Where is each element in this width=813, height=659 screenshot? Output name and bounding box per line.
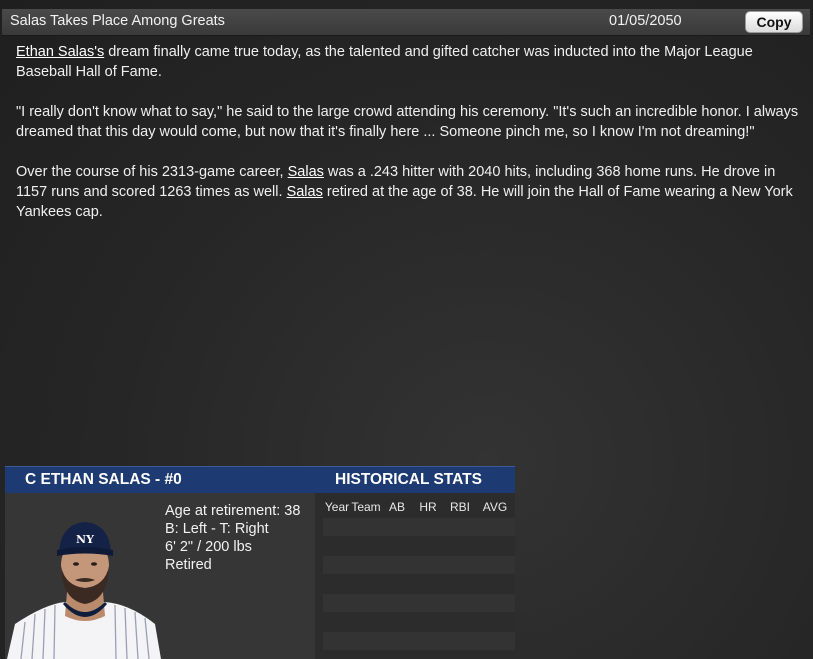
historical-stats-panel: HISTORICAL STATS Year Team AB HR RBI AVG (315, 466, 515, 659)
player-link[interactable]: Ethan Salas's (16, 44, 104, 60)
col-avg[interactable]: AVG (477, 500, 513, 514)
player-age: Age at retirement: 38 (165, 503, 301, 519)
col-hr[interactable]: HR (413, 500, 443, 514)
col-rbi[interactable]: RBI (443, 500, 477, 514)
col-team[interactable]: Team (351, 500, 381, 514)
paragraph-text: Over the course of his 2313-game career, (16, 164, 288, 180)
col-ab[interactable]: AB (381, 500, 413, 514)
article-date: 01/05/2050 (609, 13, 682, 29)
player-name[interactable]: C ETHAN SALAS - #0 (25, 471, 182, 489)
article-paragraph-1: Ethan Salas's dream finally came true to… (16, 42, 801, 82)
player-link[interactable]: Salas (288, 164, 324, 180)
player-status: Retired (165, 557, 212, 573)
stats-row (323, 632, 515, 650)
player-portrait-icon[interactable]: NY (5, 504, 165, 659)
stats-row (323, 594, 515, 612)
article-title: Salas Takes Place Among Greats (10, 13, 225, 29)
copy-button[interactable]: Copy (745, 11, 803, 33)
player-info: Age at retirement: 38 B: Left - T: Right… (165, 502, 300, 574)
article-paragraph-2: "I really don't know what to say," he sa… (16, 104, 799, 140)
stats-panel-header: HISTORICAL STATS (315, 466, 515, 493)
player-panel: C ETHAN SALAS - #0 NY Age at retirement:… (5, 466, 315, 659)
article-paragraph-3: Over the course of his 2313-game career,… (16, 162, 801, 222)
stats-row (323, 556, 515, 574)
col-year[interactable]: Year (323, 500, 351, 514)
stats-title: HISTORICAL STATS (335, 471, 482, 488)
player-link[interactable]: Salas (287, 184, 323, 200)
stats-column-headers: Year Team AB HR RBI AVG (323, 500, 513, 514)
article-body: Ethan Salas's dream finally came true to… (16, 42, 801, 242)
player-size: 6' 2" / 200 lbs (165, 539, 252, 555)
player-panel-header: C ETHAN SALAS - #0 (5, 466, 315, 493)
paragraph-text: dream finally came true today, as the ta… (16, 44, 753, 80)
svg-text:NY: NY (76, 533, 94, 546)
article-header: Salas Takes Place Among Greats 01/05/205… (2, 9, 810, 36)
player-bats-throws: B: Left - T: Right (165, 521, 269, 537)
stats-row (323, 518, 515, 536)
